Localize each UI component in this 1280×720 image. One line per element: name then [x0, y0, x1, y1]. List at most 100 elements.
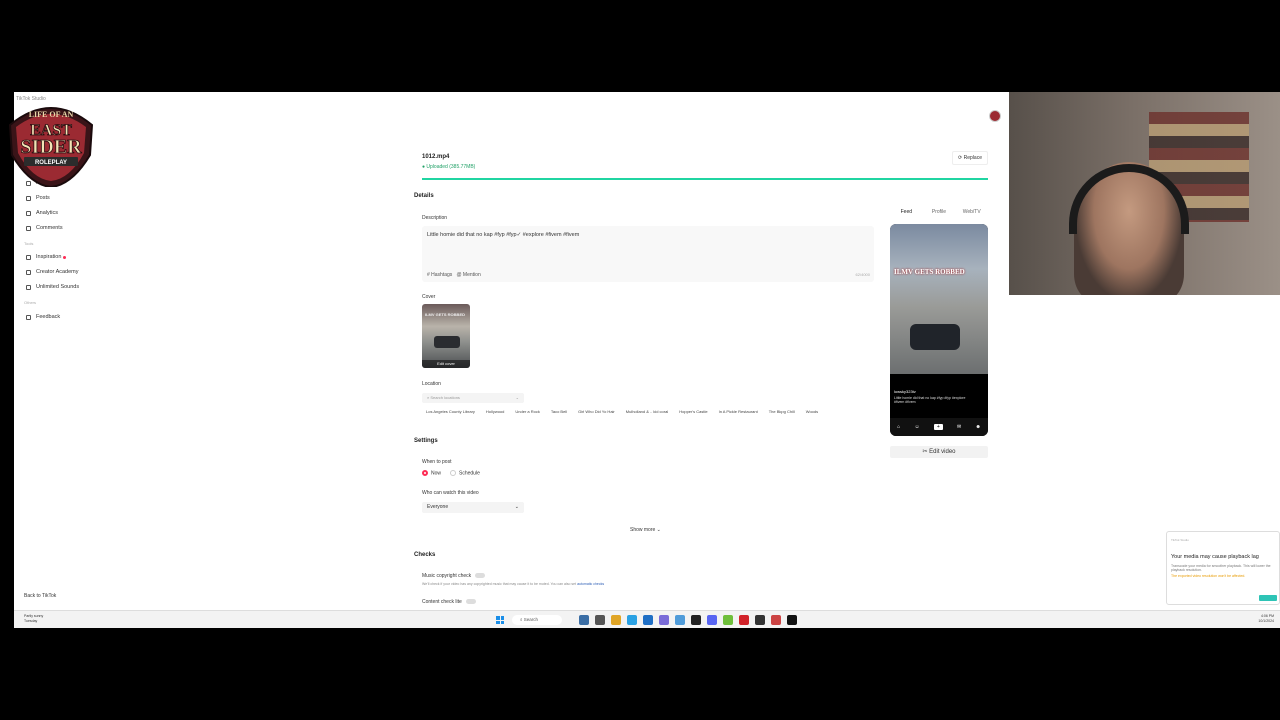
- tiktok-icon[interactable]: [787, 615, 797, 625]
- file-name: 1012.mp4: [422, 154, 450, 160]
- toast-warning: The exported video resolution won't be a…: [1171, 574, 1246, 578]
- mention-button[interactable]: @ Mention: [456, 272, 480, 278]
- tools-header: Tools: [24, 241, 34, 246]
- sidebar-item-comments[interactable]: Comments: [26, 225, 63, 231]
- location-chip[interactable]: Woods: [806, 409, 818, 414]
- hashtags-button[interactable]: # Hashtags: [427, 272, 452, 278]
- app-icon[interactable]: [643, 615, 653, 625]
- preview-image: [890, 224, 988, 374]
- upload-status: ● Uploaded (385.77MB): [422, 164, 476, 170]
- tab-profile[interactable]: Profile: [923, 206, 956, 218]
- content-check-row: Content check lite: [422, 599, 476, 605]
- radio-now[interactable]: [422, 470, 428, 476]
- location-chip[interactable]: Taco Bell: [551, 409, 567, 414]
- who-can-watch-select[interactable]: Everyone ⌄: [422, 502, 524, 513]
- preview-tabs: Feed Profile Web/TV: [890, 206, 988, 218]
- cover-title: ILMV GETS ROBBED: [425, 312, 466, 317]
- car-shape: [910, 324, 960, 350]
- app-icon[interactable]: [659, 615, 669, 625]
- location-chip[interactable]: Mulholland & .. kid coral: [626, 409, 668, 414]
- content-check-toggle[interactable]: [465, 599, 476, 605]
- replace-button[interactable]: ⟳ Replace: [952, 151, 988, 165]
- location-chip[interactable]: In A Pickle Restaurant: [719, 409, 758, 414]
- profile-icon: ☻: [975, 424, 981, 430]
- logo-text-4: ROLEPLAY: [35, 160, 67, 166]
- toast-app-label: TikTok Studio: [1171, 538, 1189, 542]
- details-title: Details: [414, 193, 434, 199]
- location-chip[interactable]: Los Angeles County Library: [426, 409, 475, 414]
- app-icon[interactable]: [675, 615, 685, 625]
- show-more-button[interactable]: Show more ⌄: [630, 527, 661, 533]
- clock-date: 10/1/2024: [1258, 619, 1274, 623]
- preview-overlay-title: ILMV GETS ROBBED: [894, 268, 965, 276]
- toast-action-button[interactable]: [1259, 595, 1277, 601]
- logo-text-1: LIFE OF AN: [29, 110, 74, 119]
- sidebar-item-label: Inspiration: [36, 254, 62, 260]
- webcam-feed: [1009, 92, 1280, 295]
- app-icon[interactable]: [771, 615, 781, 625]
- back-to-tiktok-link[interactable]: Back to TikTok: [24, 593, 56, 599]
- post-now-option[interactable]: Now: [422, 470, 441, 476]
- location-chip[interactable]: Hollywood: [486, 409, 504, 414]
- others-header: Others: [24, 300, 37, 305]
- location-chip[interactable]: Under a Rock: [515, 409, 539, 414]
- sidebar-item-label: Analytics: [36, 210, 59, 216]
- preview-caption: Little homie did that no kap #fyp #fyp #…: [894, 396, 966, 404]
- music-check-desc-text: We'll check if your video has any copyri…: [422, 582, 577, 586]
- sidebar-item-unlimited-sounds[interactable]: Unlimited Sounds: [26, 284, 79, 290]
- description-tools: # Hashtags @ Mention: [427, 272, 481, 278]
- edit-video-button[interactable]: ✂ Edit video: [890, 446, 988, 458]
- taskbar: Partly sunny Tuesday ⌕ Search 4:06 PM 10/1…: [14, 610, 1280, 628]
- edit-cover-button[interactable]: Edit cover: [422, 360, 470, 368]
- cover-label: Cover: [422, 294, 436, 300]
- app-icon[interactable]: [739, 615, 749, 625]
- sidebar-item-analytics[interactable]: Analytics: [26, 210, 58, 216]
- obs-icon[interactable]: [755, 615, 765, 625]
- logo-text-3: SIDER: [20, 136, 82, 158]
- chevron-down-icon: ⌄: [514, 504, 519, 510]
- feedback-icon: [26, 314, 31, 320]
- description-text[interactable]: Little homie did that no kap #fyp #fyp✓ …: [427, 232, 579, 238]
- upload-status-text: Uploaded (385.77MB): [426, 164, 476, 170]
- taskbar-search-label: Search: [523, 617, 539, 622]
- sidebar-item-label: Comments: [36, 225, 63, 231]
- file-card: 1012.mp4 ● Uploaded (385.77MB) ⟳ Replace: [414, 138, 990, 180]
- taskbar-apps: [579, 615, 797, 625]
- settings-title: Settings: [414, 438, 438, 444]
- when-to-post-label: When to post: [422, 459, 452, 465]
- sidebar-item-feedback[interactable]: Feedback: [26, 314, 60, 320]
- academy-icon: [26, 269, 31, 275]
- music-check-row: Music copyright check: [422, 573, 486, 579]
- folder-icon[interactable]: [611, 615, 621, 625]
- location-chip[interactable]: Hopper's Castle: [679, 409, 707, 414]
- sidebar-item-posts[interactable]: Posts: [26, 195, 50, 201]
- weather-widget[interactable]: Partly sunny Tuesday: [24, 614, 43, 624]
- system-tray[interactable]: 4:06 PM 10/1/2024: [1258, 614, 1274, 624]
- sidebar-item-inspiration[interactable]: Inspiration: [26, 254, 67, 260]
- radio-schedule[interactable]: [450, 470, 456, 476]
- taskbar-search[interactable]: ⌕ Search: [512, 615, 562, 625]
- tab-web-tv[interactable]: Web/TV: [955, 206, 988, 218]
- preview-username: lowsky323tv: [894, 389, 916, 394]
- description-field[interactable]: Little homie did that no kap #fyp #fyp✓ …: [422, 226, 874, 282]
- sidebar-item-creator-academy[interactable]: Creator Academy: [26, 269, 79, 275]
- edge-icon[interactable]: [627, 615, 637, 625]
- tab-feed[interactable]: Feed: [890, 206, 923, 218]
- location-chip[interactable]: The Bkpg Chill: [769, 409, 795, 414]
- toast-subtitle: Transcode your media for smoother playba…: [1171, 564, 1271, 572]
- app-icon[interactable]: [691, 615, 701, 625]
- location-label: Location: [422, 381, 441, 387]
- music-check-toggle[interactable]: [475, 573, 486, 579]
- app-icon[interactable]: [595, 615, 605, 625]
- car-shape: [434, 336, 460, 348]
- discord-icon[interactable]: [707, 615, 717, 625]
- app-icon[interactable]: [579, 615, 589, 625]
- location-search-input[interactable]: ⌕ Search locations ⌄: [422, 393, 524, 403]
- automatic-checks-link[interactable]: automatic checks: [577, 582, 604, 586]
- location-chip[interactable]: Girl Who Did Yo Hair: [578, 409, 615, 414]
- cover-thumbnail[interactable]: ILMV GETS ROBBED Edit cover: [422, 304, 470, 368]
- windows-start-icon[interactable]: [496, 616, 504, 624]
- lightbulb-icon: [26, 254, 31, 260]
- app-icon[interactable]: [723, 615, 733, 625]
- post-schedule-option[interactable]: Schedule: [450, 470, 480, 476]
